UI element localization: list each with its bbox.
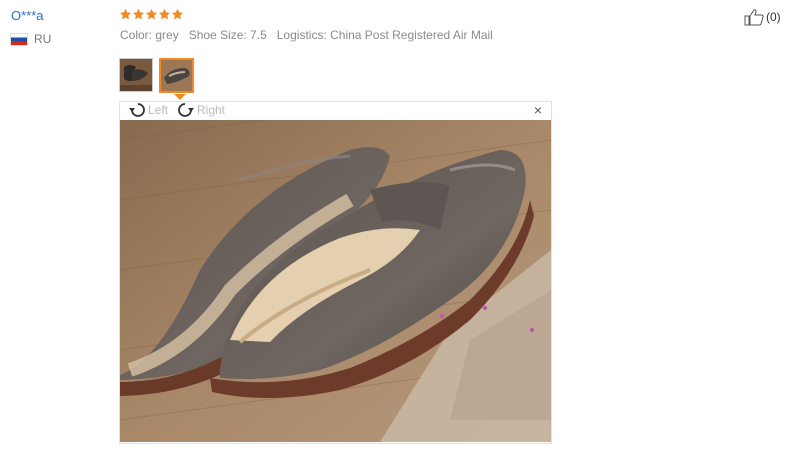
star-icon <box>158 8 171 20</box>
review-thumbnail-1[interactable] <box>119 58 153 92</box>
star-rating <box>119 8 184 21</box>
rotate-left-button[interactable]: Left <box>128 102 168 118</box>
reviewer-country: RU <box>10 32 51 46</box>
like-count: (0) <box>766 10 781 24</box>
flag-icon <box>10 32 28 46</box>
shoe-size-attribute: Shoe Size: 7.5 <box>188 28 267 42</box>
thumbs-up-icon <box>744 9 764 26</box>
review-thumbnails <box>119 58 194 93</box>
rotate-right-button[interactable]: Right <box>177 102 225 118</box>
star-icon <box>119 8 132 20</box>
reviewer-name[interactable]: O***a <box>11 8 44 23</box>
active-thumbnail-pointer <box>174 94 186 100</box>
star-icon <box>145 8 158 20</box>
review-thumbnail-2[interactable] <box>159 58 194 93</box>
color-attribute: Color: grey <box>120 28 179 42</box>
close-icon[interactable]: × <box>534 102 542 118</box>
review-photo <box>120 120 551 442</box>
rotate-left-icon <box>129 103 145 117</box>
rotate-right-icon <box>178 103 194 117</box>
logistics-attribute: Logistics: China Post Registered Air Mai… <box>276 28 493 42</box>
image-viewer: Left Right × <box>119 101 552 444</box>
rotate-left-label: Left <box>148 103 169 117</box>
star-icon <box>171 8 184 20</box>
rotate-right-label: Right <box>197 103 226 117</box>
viewer-toolbar: Left Right × <box>120 102 551 120</box>
star-icon <box>132 8 145 20</box>
country-code: RU <box>34 32 52 46</box>
review-attributes: Color: grey Shoe Size: 7.5 Logistics: Ch… <box>120 28 493 42</box>
like-button[interactable]: (0) <box>744 8 781 26</box>
